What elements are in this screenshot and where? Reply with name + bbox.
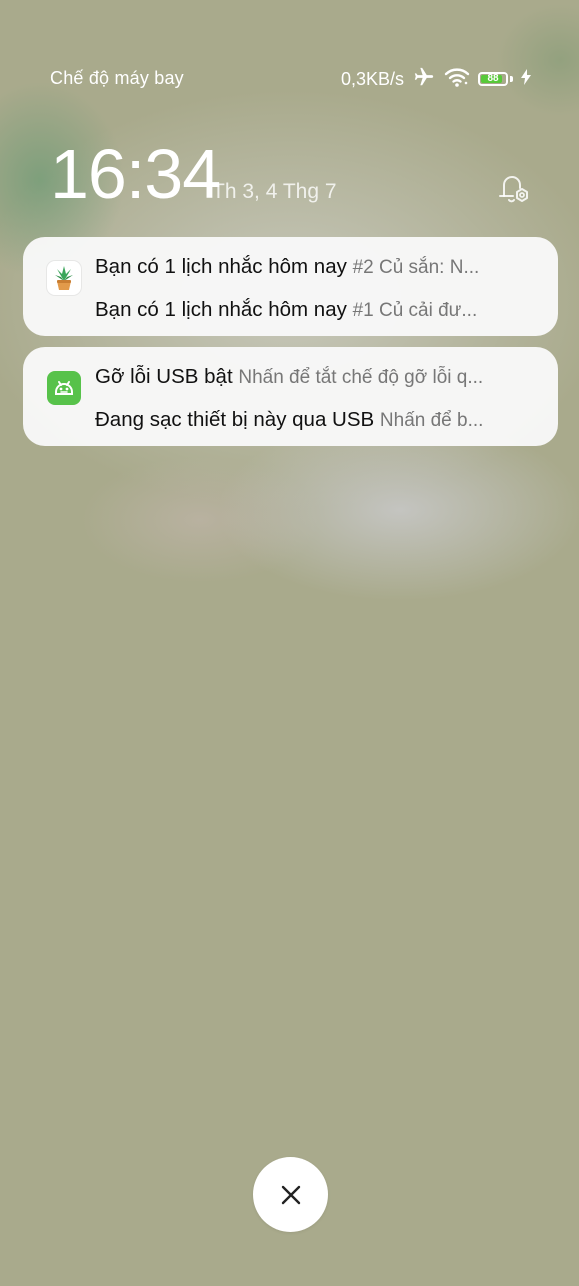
notification-message: Nhấn để tắt chế độ gỡ lỗi q... xyxy=(238,367,484,388)
notification-group-system[interactable]: Gỡ lỗi USB bật Nhấn để tắt chế độ gỡ lỗi… xyxy=(23,347,558,446)
battery-icon: 88 xyxy=(478,72,508,86)
lockscreen-date: Th 3, 4 Thg 7 xyxy=(212,180,337,203)
charging-bolt-icon xyxy=(521,68,531,90)
close-icon xyxy=(281,1185,300,1204)
airplane-icon xyxy=(412,66,436,93)
battery-cap xyxy=(510,76,513,82)
status-icons: 0,3KB/s 88 xyxy=(341,66,531,92)
network-speed: 0,3KB/s xyxy=(340,68,404,89)
clear-notifications-button[interactable] xyxy=(253,1157,328,1232)
notification-settings-icon[interactable] xyxy=(492,168,532,208)
notification-message: #1 Củ cải đư... xyxy=(352,300,478,321)
notification-item[interactable]: Đang sạc thiết bị này qua USB Nhấn để b.… xyxy=(95,406,534,434)
notification-item[interactable]: Bạn có 1 lịch nhắc hôm nay #2 Củ sắn: N.… xyxy=(95,253,534,281)
android-icon xyxy=(47,371,81,405)
wifi-icon xyxy=(444,66,470,93)
notification-title: Bạn có 1 lịch nhắc hôm nay xyxy=(95,298,347,321)
notification-item[interactable]: Gỡ lỗi USB bật Nhấn để tắt chế độ gỡ lỗi… xyxy=(95,363,534,391)
notification-title: Bạn có 1 lịch nhắc hôm nay xyxy=(95,255,347,278)
notification-message: #2 Củ sắn: N... xyxy=(352,257,480,278)
lockscreen-clock: 16:34 xyxy=(50,135,221,213)
notification-message: Nhấn để b... xyxy=(379,410,484,431)
airplane-mode-label: Chế độ máy bay xyxy=(50,68,184,88)
notification-title: Gỡ lỗi USB bật xyxy=(95,365,233,388)
plant-icon xyxy=(47,261,81,295)
battery-level: 88 xyxy=(487,73,499,84)
notification-group-reminders[interactable]: Bạn có 1 lịch nhắc hôm nay #2 Củ sắn: N.… xyxy=(23,237,558,336)
notification-title: Đang sạc thiết bị này qua USB xyxy=(95,408,375,431)
notification-item[interactable]: Bạn có 1 lịch nhắc hôm nay #1 Củ cải đư.… xyxy=(95,296,534,324)
